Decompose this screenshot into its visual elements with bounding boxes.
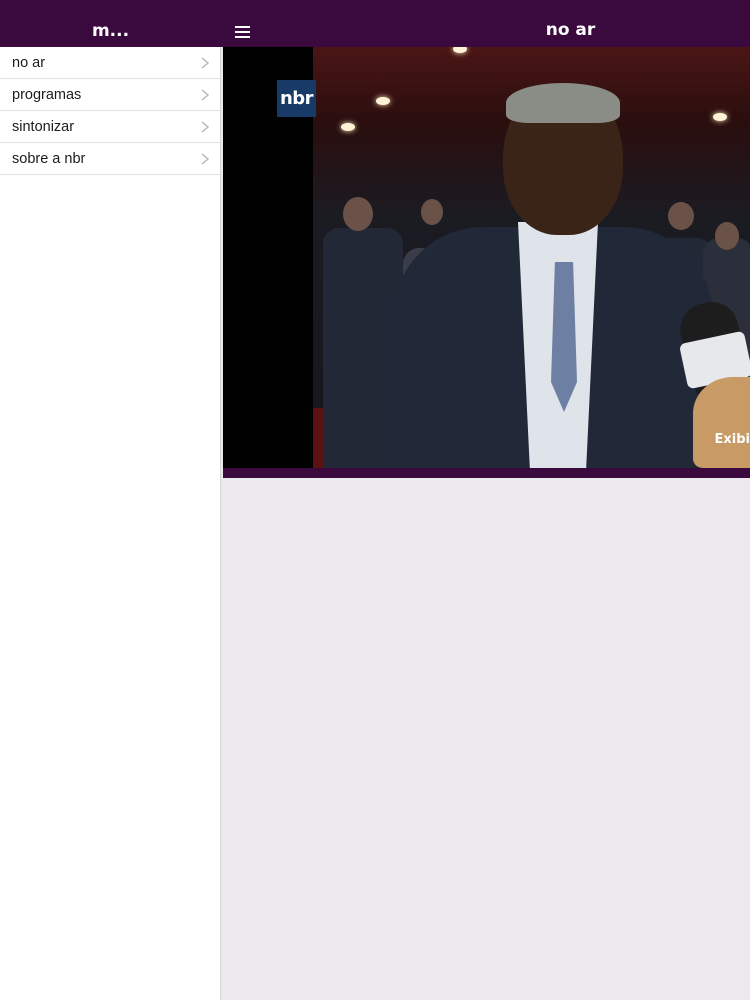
ceiling-light — [341, 123, 355, 131]
ceiling-light — [376, 97, 390, 105]
background-person-head — [715, 222, 739, 250]
interviewee-hair — [506, 83, 620, 123]
background-person-head — [421, 199, 443, 225]
nbr-logo: nbr — [277, 80, 316, 117]
sidebar-item-sintonizar[interactable]: sintonizar — [0, 111, 220, 143]
sidebar-item-no-ar[interactable]: no ar — [0, 47, 220, 79]
interviewer-hand — [693, 377, 750, 468]
chevron-right-icon — [201, 121, 210, 133]
sidebar-item-sobre-a-nbr[interactable]: sobre a nbr — [0, 143, 220, 175]
ceiling-light — [453, 47, 467, 53]
sidebar: no ar programas sintonizar sobre a nbr — [0, 47, 221, 1000]
chevron-right-icon — [201, 153, 210, 165]
sidebar-item-label: no ar — [12, 54, 46, 71]
sidebar-item-label: sobre a nbr — [12, 150, 86, 167]
video-caption: Exibi — [714, 432, 750, 447]
background-person — [323, 228, 403, 468]
main-header: no ar — [221, 14, 750, 47]
main-content: nbr Exibi — [221, 47, 750, 1000]
background-person-head — [343, 197, 373, 231]
video-frame — [313, 47, 750, 468]
sidebar-item-label: programas — [12, 86, 82, 103]
chevron-right-icon — [201, 89, 210, 101]
chevron-right-icon — [201, 57, 210, 69]
sidebar-header: m... — [0, 14, 221, 47]
sidebar-item-programas[interactable]: programas — [0, 79, 220, 111]
ceiling-light — [713, 113, 727, 121]
page-title: no ar — [545, 20, 596, 40]
background-person-head — [668, 202, 694, 230]
status-bar — [0, 0, 750, 14]
sidebar-title: m... — [91, 20, 130, 41]
live-video-player[interactable]: nbr Exibi — [223, 47, 750, 468]
interviewee-tie — [551, 262, 577, 412]
sidebar-item-label: sintonizar — [12, 118, 75, 135]
video-bottom-bar — [223, 468, 750, 478]
